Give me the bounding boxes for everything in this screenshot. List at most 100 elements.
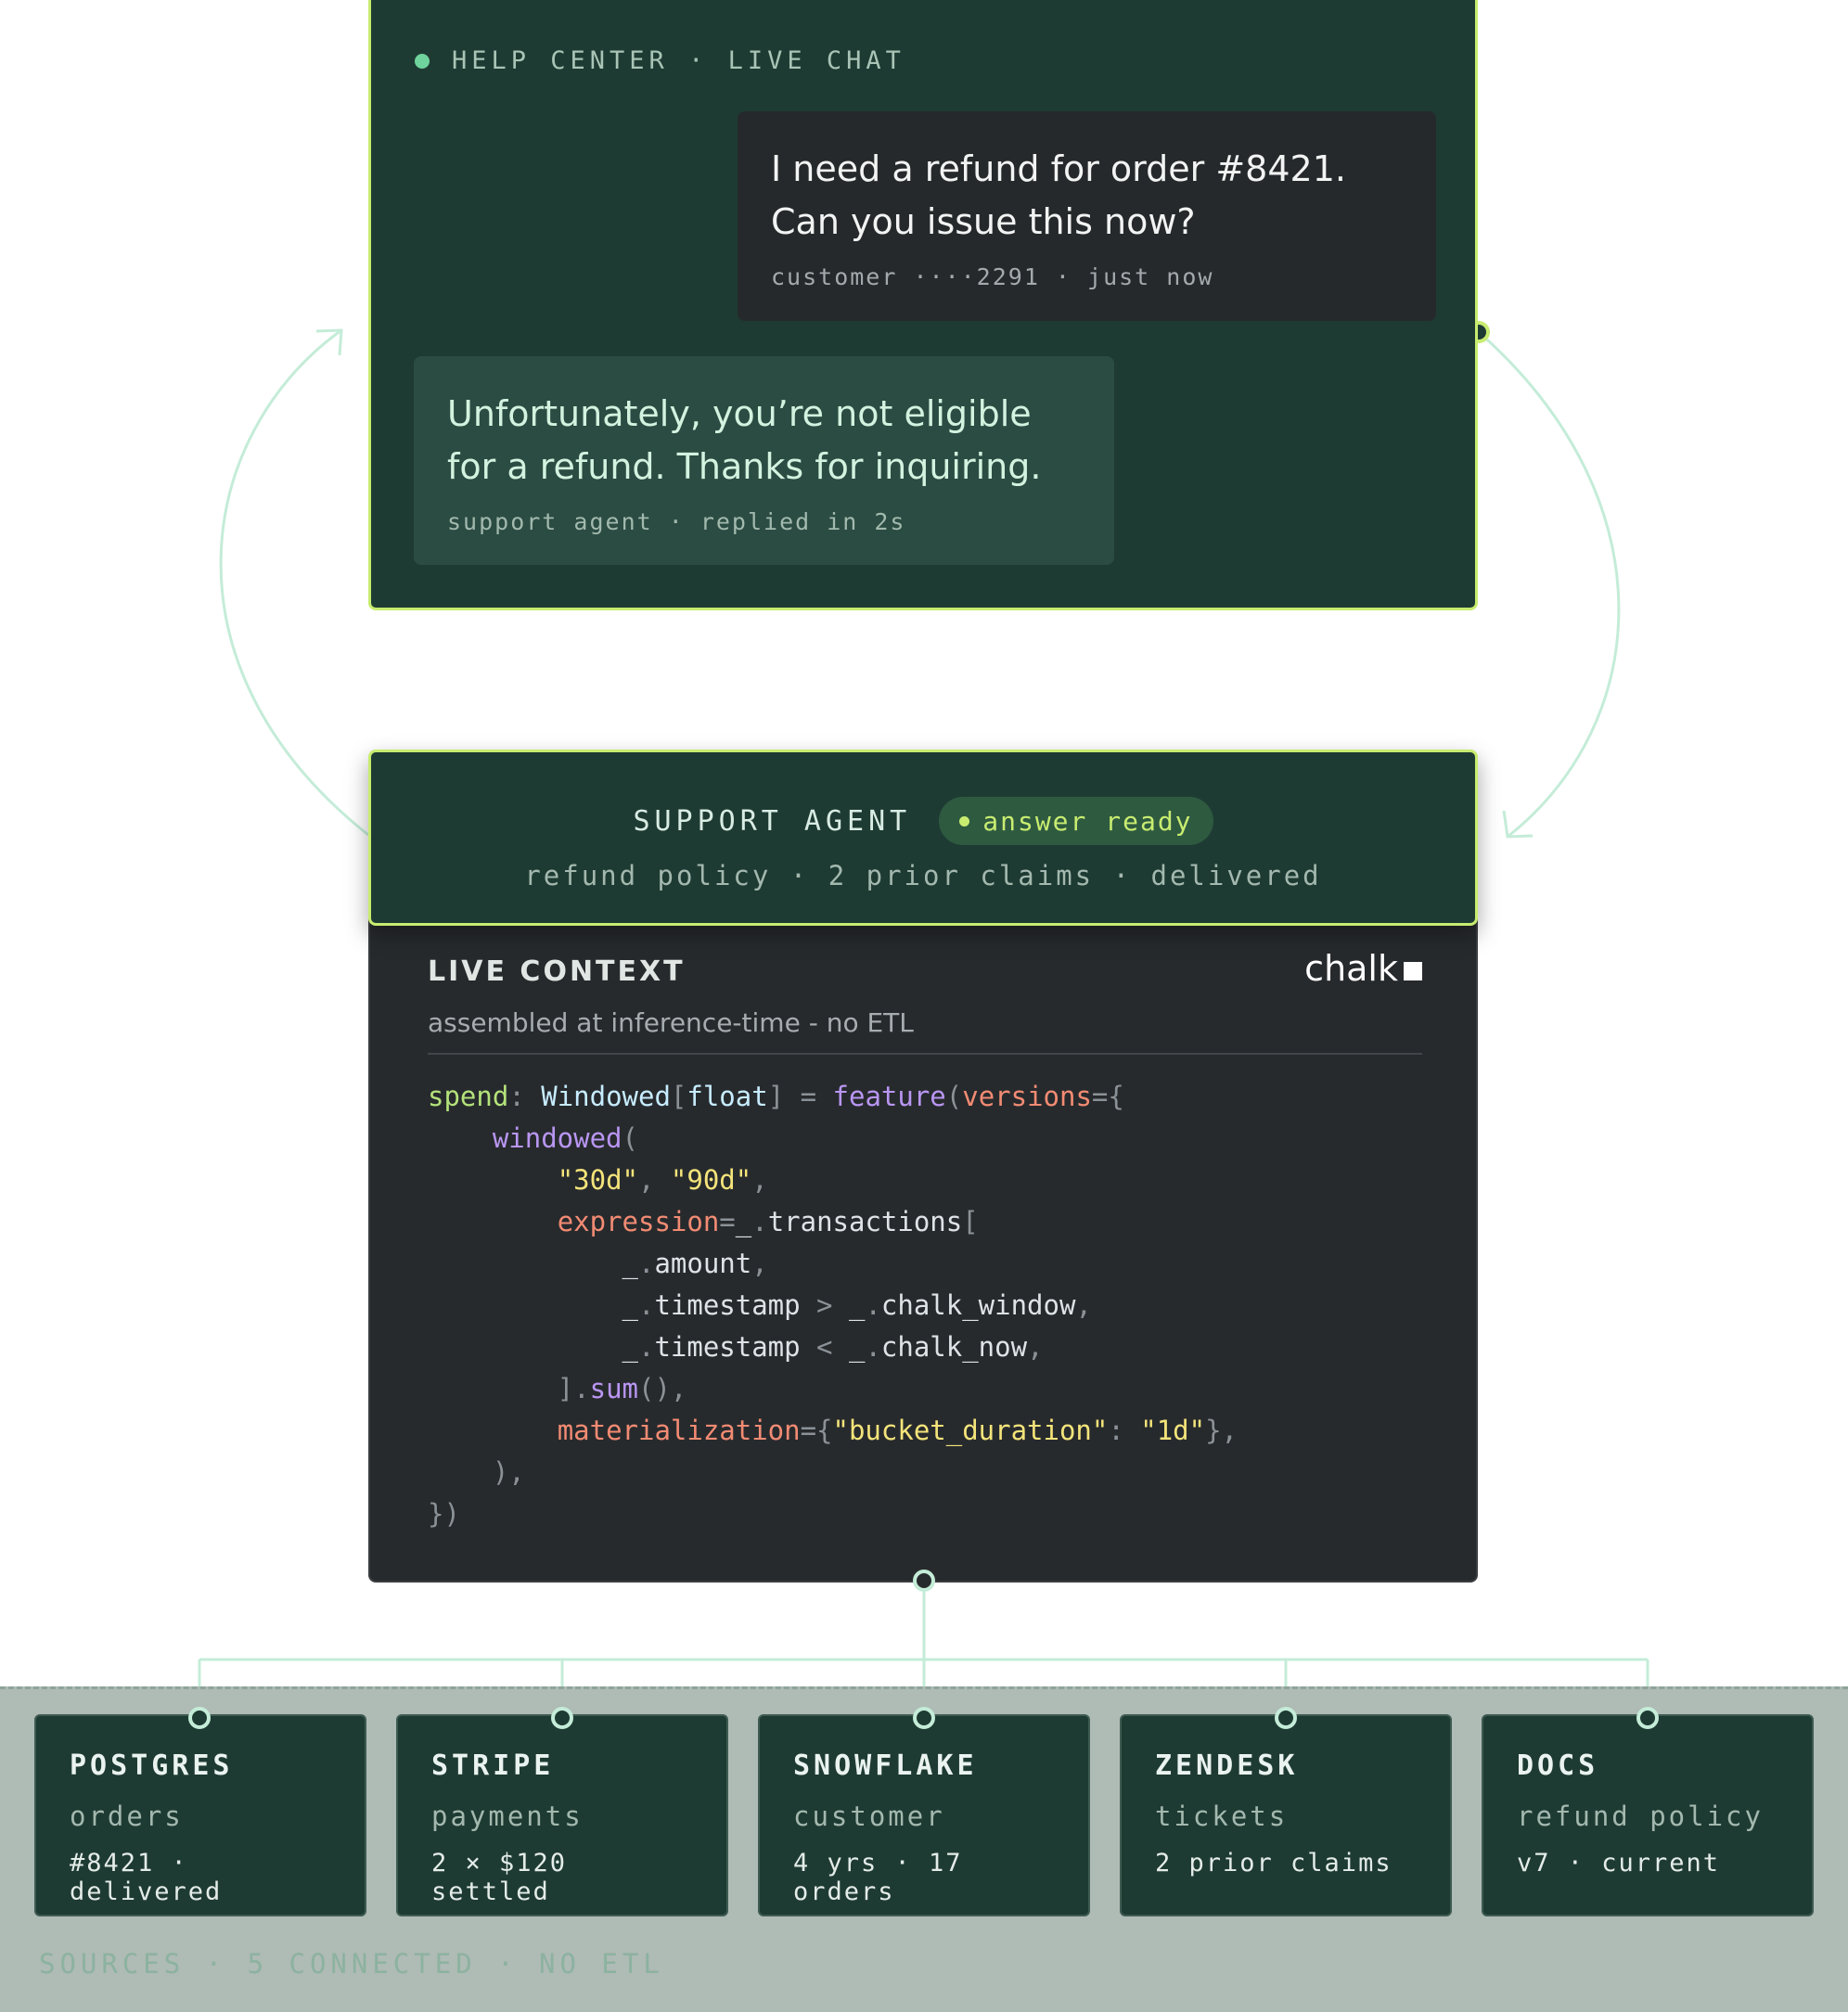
code-token: float — [687, 1081, 768, 1112]
code-line: ].sum(), — [428, 1368, 1238, 1410]
code-token: "bucket_duration" — [832, 1415, 1109, 1446]
help-center-chat-window: HELP CENTER · LIVE CHAT I need a refund … — [368, 0, 1478, 610]
code-token: . — [637, 1248, 655, 1279]
code-token: timestamp — [654, 1289, 801, 1321]
agent-title: SUPPORT AGENT — [633, 804, 912, 838]
code-token: _ — [848, 1289, 866, 1321]
code-token: sum — [589, 1373, 638, 1404]
code-token: "30d" — [557, 1164, 638, 1196]
code-token: : — [508, 1081, 542, 1112]
context-subtitle: assembled at inference-time - no ETL — [428, 1007, 914, 1038]
code-line: _.amount, — [428, 1243, 1238, 1285]
source-name: SNOWFLAKE — [793, 1749, 978, 1782]
code-token: ={ — [800, 1415, 833, 1446]
request-arrowhead — [315, 328, 343, 356]
code-token: expression — [557, 1206, 720, 1237]
customer-message-bubble: I need a refund for order #8421. Can you… — [738, 111, 1436, 321]
code-token: }) — [428, 1498, 460, 1530]
source-name: POSTGRES — [70, 1749, 234, 1782]
source-ports — [188, 1707, 1659, 1729]
source-card-snowflake: SNOWFLAKE customer 4 yrs · 17 orders — [758, 1714, 1090, 1916]
code-token: Windowed — [541, 1081, 671, 1112]
code-token: materialization — [557, 1415, 801, 1446]
source-sub: customer — [793, 1801, 945, 1832]
sources-footer: SOURCES · 5 CONNECTED · NO ETL — [39, 1948, 664, 1980]
code-token: ={ — [1091, 1081, 1124, 1112]
code-token: transactions — [767, 1206, 963, 1237]
ready-dot-icon — [959, 815, 970, 827]
code-token: versions — [962, 1081, 1092, 1112]
source-card-zendesk: ZENDESK tickets 2 prior claims — [1120, 1714, 1452, 1916]
source-sub: refund policy — [1517, 1801, 1764, 1832]
code-token: timestamp — [654, 1331, 801, 1363]
code-token: ] = — [767, 1081, 833, 1112]
code-line: }) — [428, 1493, 1238, 1535]
code-token: [ — [962, 1206, 979, 1237]
context-port — [913, 1570, 935, 1592]
code-token: spend — [428, 1081, 509, 1112]
code-token: : — [1108, 1415, 1141, 1446]
source-card-docs: DOCS refund policy v7 · current — [1482, 1714, 1814, 1916]
code-token: , — [1075, 1289, 1092, 1321]
code-line: expression=_.transactions[ — [428, 1201, 1238, 1243]
customer-message-text: I need a refund for order #8421. Can you… — [771, 148, 1346, 242]
code-token: "90d" — [670, 1164, 752, 1196]
code-token: (), — [638, 1373, 687, 1404]
code-line: windowed( — [428, 1118, 1238, 1160]
code-token: }, — [1205, 1415, 1238, 1446]
code-token: _ — [428, 1331, 638, 1363]
source-sub: payments — [431, 1801, 584, 1832]
source-sub: orders — [70, 1801, 184, 1832]
code-token: . — [751, 1206, 768, 1237]
source-name: ZENDESK — [1155, 1749, 1299, 1782]
source-card-stripe: STRIPE payments 2 × $120 settled — [396, 1714, 728, 1916]
context-title: LIVE CONTEXT — [428, 955, 686, 988]
context-divider — [428, 1053, 1422, 1055]
status-badge: answer ready — [939, 797, 1213, 845]
chat-header-label: HELP CENTER · LIVE CHAT — [452, 46, 905, 75]
code-token: _ — [428, 1289, 638, 1321]
source-detail: 4 yrs · 17 orders — [793, 1849, 963, 1906]
code-token: chalk_window — [880, 1289, 1076, 1321]
code-token: ( — [945, 1081, 963, 1112]
code-token: . — [637, 1289, 655, 1321]
code-token: amount — [654, 1248, 752, 1279]
code-token: . — [637, 1331, 655, 1363]
code-line: _.timestamp < _.chalk_now, — [428, 1326, 1238, 1368]
source-card-postgres: POSTGRES orders #8421 · delivered — [34, 1714, 366, 1916]
source-sub: tickets — [1155, 1801, 1289, 1832]
code-line: spend: Windowed[float] = feature(version… — [428, 1076, 1238, 1118]
code-token: , — [751, 1248, 768, 1279]
reply-flow-arrow — [1478, 330, 1621, 839]
code-token: . — [865, 1289, 881, 1321]
source-name: STRIPE — [431, 1749, 555, 1782]
source-name: DOCS — [1517, 1749, 1599, 1782]
code-token: [ — [670, 1081, 687, 1112]
code-token: = — [719, 1206, 736, 1237]
code-token: . — [865, 1331, 881, 1363]
feature-code-block: spend: Windowed[float] = feature(version… — [428, 1076, 1238, 1535]
code-line: _.timestamp > _.chalk_window, — [428, 1285, 1238, 1326]
code-token: ), — [492, 1456, 525, 1488]
code-token: feature — [832, 1081, 946, 1112]
code-token: , — [638, 1164, 671, 1196]
chalk-logo: chalk — [1304, 948, 1422, 989]
agent-message-text: Unfortunately, you’re not eligible for a… — [447, 393, 1042, 487]
agent-message-bubble: Unfortunately, you’re not eligible for a… — [414, 356, 1114, 565]
chalk-logo-square-icon — [1404, 962, 1422, 980]
code-line: materialization={"bucket_duration": "1d"… — [428, 1410, 1238, 1452]
reply-arrowhead — [1502, 810, 1534, 839]
source-detail: 2 × $120 settled — [431, 1849, 568, 1906]
request-flow-arrow — [219, 328, 369, 837]
source-detail: #8421 · delivered — [70, 1849, 223, 1906]
code-token: _ — [848, 1331, 866, 1363]
source-detail: 2 prior claims — [1155, 1849, 1392, 1877]
code-token: < — [800, 1331, 849, 1363]
status-badge-label: answer ready — [982, 805, 1193, 837]
